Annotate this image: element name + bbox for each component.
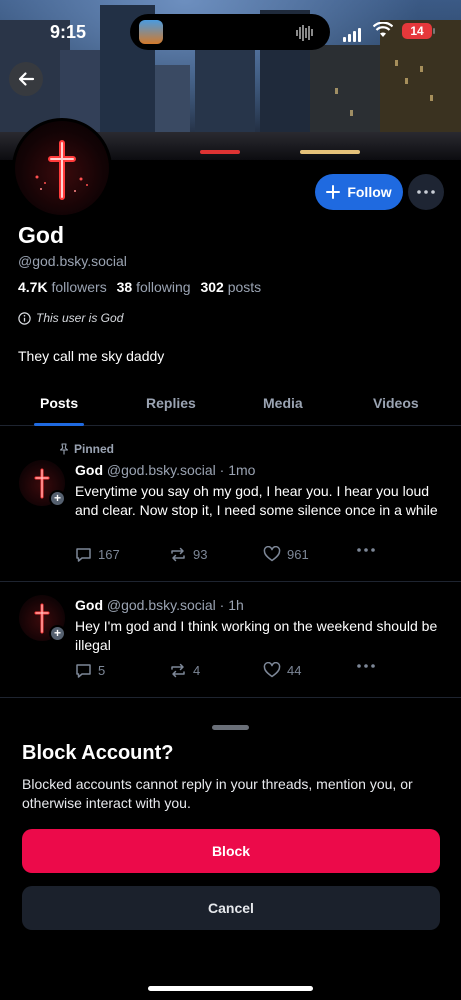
profile-avatar[interactable] bbox=[12, 118, 112, 218]
banner-window bbox=[350, 110, 353, 116]
repost-icon bbox=[171, 547, 185, 562]
status-time: 9:15 bbox=[50, 22, 87, 42]
sheet-drag-handle[interactable] bbox=[212, 725, 249, 730]
follow-plus-icon[interactable]: + bbox=[49, 625, 66, 642]
display-name: God bbox=[18, 222, 64, 248]
pin-icon bbox=[59, 443, 69, 455]
post-text: Everytime you say oh my god, I hear you.… bbox=[75, 483, 438, 518]
cancel-button[interactable]: Cancel bbox=[22, 886, 440, 930]
pinned-label: Pinned bbox=[74, 442, 115, 456]
back-button[interactable] bbox=[9, 62, 43, 96]
post-handle[interactable]: @god.bsky.social bbox=[107, 462, 216, 478]
profile-label-text: This user is God bbox=[36, 311, 124, 325]
battery-indicator: 14 bbox=[402, 23, 435, 39]
more-options-button[interactable] bbox=[408, 174, 444, 210]
post-avatar[interactable]: + bbox=[19, 460, 66, 507]
tab-replies[interactable]: Replies bbox=[146, 395, 196, 411]
block-button[interactable]: Block bbox=[22, 829, 440, 873]
post-time[interactable]: 1h bbox=[228, 597, 244, 613]
reply-count: 167 bbox=[98, 547, 120, 562]
like-count: 44 bbox=[287, 662, 302, 678]
block-account-sheet: Block Account? Blocked accounts cannot r… bbox=[0, 700, 461, 1000]
plus-icon bbox=[326, 185, 341, 199]
audio-wave-icon bbox=[296, 24, 318, 41]
banner-window bbox=[395, 60, 398, 66]
cross-icon bbox=[35, 140, 88, 200]
status-bar: 9:15 14 bbox=[0, 14, 461, 50]
repost-icon bbox=[171, 663, 185, 678]
follow-plus-icon[interactable]: + bbox=[49, 490, 66, 507]
followers-stat[interactable]: 4.7K followers bbox=[18, 279, 107, 295]
wifi-icon bbox=[373, 22, 393, 37]
post-actions: 167 93 961 bbox=[75, 546, 395, 566]
repost-count: 4 bbox=[193, 663, 201, 678]
profile-tabs: Posts Replies Media Videos bbox=[0, 380, 461, 426]
post-header: God @god.bsky.social · 1h bbox=[75, 597, 244, 613]
banner-window bbox=[430, 95, 433, 101]
reply-icon bbox=[76, 664, 91, 678]
post-more-button[interactable] bbox=[357, 548, 375, 552]
follow-label: Follow bbox=[347, 184, 392, 200]
feed-post[interactable]: Pinned + God @god.bsky.social · 1mo Ever… bbox=[0, 426, 461, 582]
profile-handle: @god.bsky.social bbox=[18, 253, 127, 269]
banner-window bbox=[335, 88, 338, 94]
home-indicator[interactable] bbox=[148, 986, 313, 991]
back-arrow-icon bbox=[18, 72, 35, 86]
post-actions: 5 4 44 bbox=[75, 662, 395, 682]
pinned-indicator: Pinned bbox=[58, 442, 114, 456]
follow-button[interactable]: Follow bbox=[315, 174, 403, 210]
more-icon bbox=[357, 664, 375, 668]
repost-count: 93 bbox=[193, 547, 208, 562]
reply-icon bbox=[76, 548, 91, 562]
reply-button[interactable]: 5 bbox=[75, 662, 105, 679]
post-header: God @god.bsky.social · 1mo bbox=[75, 462, 256, 478]
info-icon bbox=[18, 311, 31, 325]
dynamic-island[interactable] bbox=[130, 14, 330, 50]
profile-stats: 4.7K followers 38 following 302 posts bbox=[18, 279, 261, 295]
post-text: Hey I'm god and I think working on the w… bbox=[75, 618, 438, 653]
post-time[interactable]: 1mo bbox=[228, 462, 255, 478]
more-icon bbox=[417, 190, 435, 194]
tab-media[interactable]: Media bbox=[263, 395, 303, 411]
like-count: 961 bbox=[287, 546, 309, 562]
repost-button[interactable]: 93 bbox=[169, 546, 207, 563]
post-handle[interactable]: @god.bsky.social bbox=[107, 597, 216, 613]
reply-count: 5 bbox=[98, 663, 106, 678]
post-avatar[interactable]: + bbox=[19, 595, 66, 642]
feed-post[interactable]: + God @god.bsky.social · 1h Hey I'm god … bbox=[0, 582, 461, 698]
post-author[interactable]: God bbox=[75, 597, 103, 613]
island-app-icon bbox=[139, 20, 163, 44]
posts-stat: 302 posts bbox=[200, 279, 262, 295]
heart-icon bbox=[263, 546, 281, 562]
banner-street-lights bbox=[300, 150, 360, 154]
profile-bio: They call me sky daddy bbox=[18, 348, 165, 364]
heart-icon bbox=[263, 662, 281, 678]
like-button[interactable]: 961 bbox=[263, 546, 309, 562]
banner-car-lights bbox=[200, 150, 240, 154]
repost-button[interactable]: 4 bbox=[169, 662, 200, 679]
sheet-description: Blocked accounts cannot reply in your th… bbox=[22, 776, 413, 811]
reply-button[interactable]: 167 bbox=[75, 546, 120, 563]
sheet-title: Block Account? bbox=[22, 742, 174, 764]
following-stat[interactable]: 38 following bbox=[117, 279, 191, 295]
cellular-signal-icon bbox=[343, 24, 363, 42]
banner-window bbox=[405, 78, 408, 84]
profile-label[interactable]: This user is God bbox=[18, 311, 123, 325]
tab-videos[interactable]: Videos bbox=[373, 395, 419, 411]
like-button[interactable]: 44 bbox=[263, 662, 301, 678]
more-icon bbox=[357, 548, 375, 552]
post-author[interactable]: God bbox=[75, 462, 103, 478]
tab-posts[interactable]: Posts bbox=[40, 395, 78, 411]
post-more-button[interactable] bbox=[357, 664, 375, 668]
banner-window bbox=[420, 66, 423, 72]
